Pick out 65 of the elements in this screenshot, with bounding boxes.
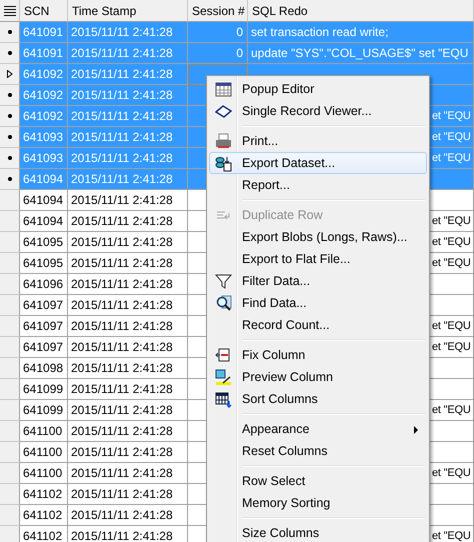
table-cell: 641092 <box>20 85 68 106</box>
table-cell: 2015/11/11 2:41:28 <box>68 463 188 484</box>
table-cell: 641100 <box>20 421 68 442</box>
table-cell: 641096 <box>20 274 68 295</box>
table-cell: 2015/11/11 2:41:28 <box>68 358 188 379</box>
table-cell: 2015/11/11 2:41:28 <box>68 211 188 232</box>
table-cell: 2015/11/11 2:41:28 <box>68 43 188 64</box>
table-cell: 641095 <box>20 253 68 274</box>
table-cell: 641094 <box>20 211 68 232</box>
table-cell: 2015/11/11 2:41:28 <box>68 253 188 274</box>
table-cell: 2015/11/11 2:41:28 <box>68 85 188 106</box>
table-cell: 2015/11/11 2:41:28 <box>68 232 188 253</box>
table-cell: 641097 <box>20 316 68 337</box>
table-cell: 641097 <box>20 337 68 358</box>
table-cell: update "SYS"."COL_USAGE$" set "EQU <box>248 43 474 64</box>
menu-item[interactable]: Report... <box>209 174 427 196</box>
table-cell: 641102 <box>20 484 68 505</box>
table-cell: 641095 <box>20 232 68 253</box>
table-cell: 641092 <box>20 106 68 127</box>
column-header[interactable]: Session # <box>188 0 248 22</box>
table-cell: 641099 <box>20 379 68 400</box>
table-cell: 2015/11/11 2:41:28 <box>68 274 188 295</box>
table-cell: 2015/11/11 2:41:28 <box>68 106 188 127</box>
table-cell: 2015/11/11 2:41:28 <box>68 64 188 85</box>
table-cell: 641099 <box>20 400 68 421</box>
table-cell: 2015/11/11 2:41:28 <box>68 484 188 505</box>
column-header[interactable]: SQL Redo <box>248 0 474 22</box>
menu-item[interactable]: Preview Column <box>209 366 427 388</box>
table-cell: 0 <box>188 43 248 64</box>
table-cell: 641092 <box>20 64 68 85</box>
table-cell: set transaction read write; <box>248 22 474 43</box>
menu-item[interactable]: Size Columns <box>209 522 427 542</box>
table-cell: 641100 <box>20 463 68 484</box>
table-cell: 2015/11/11 2:41:28 <box>68 505 188 526</box>
table-cell: 641102 <box>20 505 68 526</box>
table-cell: 641093 <box>20 148 68 169</box>
column-header[interactable]: Time Stamp <box>68 0 188 22</box>
table-cell: 2015/11/11 2:41:28 <box>68 379 188 400</box>
table-cell: 641098 <box>20 358 68 379</box>
menu-item[interactable]: Memory Sorting <box>209 492 427 514</box>
table-cell: 2015/11/11 2:41:28 <box>68 127 188 148</box>
table-cell: 2015/11/11 2:41:28 <box>68 190 188 211</box>
menu-item[interactable]: Find Data... <box>209 292 427 314</box>
table-cell: 641093 <box>20 127 68 148</box>
menu-item[interactable]: Popup Editor <box>209 78 427 100</box>
table-cell: 2015/11/11 2:41:28 <box>68 148 188 169</box>
table-cell: 2015/11/11 2:41:28 <box>68 421 188 442</box>
menu-item[interactable]: Export Dataset... <box>209 152 427 174</box>
table-cell: 2015/11/11 2:41:28 <box>68 22 188 43</box>
table-cell: 0 <box>188 22 248 43</box>
menu-item[interactable]: Appearance <box>209 418 427 440</box>
table-cell: 2015/11/11 2:41:28 <box>68 337 188 358</box>
table-cell: 2015/11/11 2:41:28 <box>68 295 188 316</box>
table-cell: 641100 <box>20 442 68 463</box>
table-cell: 2015/11/11 2:41:28 <box>68 316 188 337</box>
table-cell: 2015/11/11 2:41:28 <box>68 169 188 190</box>
table-cell: 641094 <box>20 169 68 190</box>
table-cell: 641097 <box>20 295 68 316</box>
table-cell: 2015/11/11 2:41:28 <box>68 442 188 463</box>
table-cell: 641091 <box>20 22 68 43</box>
table-cell: 2015/11/11 2:41:28 <box>68 400 188 421</box>
table-cell: 641094 <box>20 190 68 211</box>
table-cell: 641091 <box>20 43 68 64</box>
column-header[interactable]: SCN <box>20 0 68 22</box>
menu-item[interactable]: Reset Columns <box>209 440 427 462</box>
